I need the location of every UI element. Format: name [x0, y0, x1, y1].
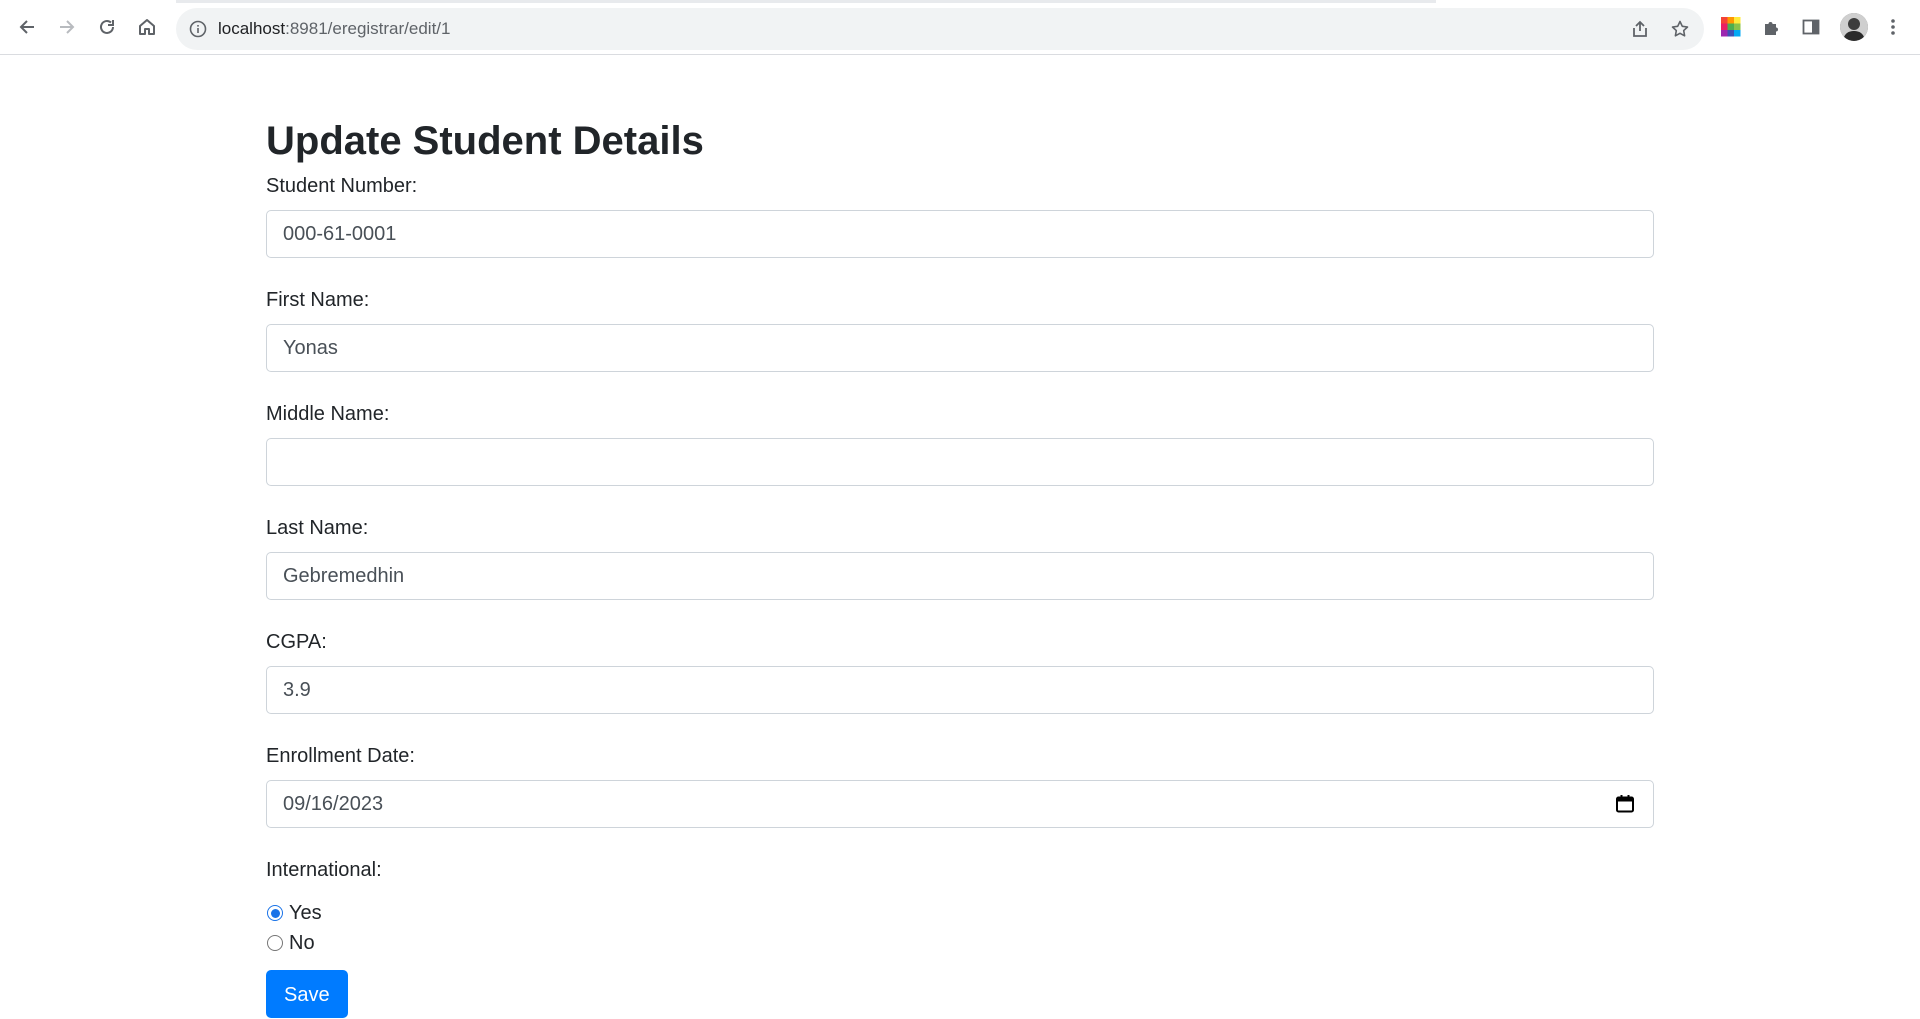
url-path: :8981/eregistrar/edit/1: [285, 19, 451, 38]
enrollment-date-label: Enrollment Date:: [266, 745, 415, 767]
enrollment-date-group: Enrollment Date:: [266, 742, 1654, 828]
student-edit-form: Student Number: First Name: Middle Name:…: [266, 172, 1654, 1018]
radio-yes[interactable]: [267, 905, 283, 921]
international-option-yes[interactable]: Yes: [266, 898, 1654, 928]
info-icon[interactable]: [186, 17, 210, 41]
student-number-label: Student Number:: [266, 175, 418, 197]
home-icon[interactable]: [131, 11, 163, 43]
last-name-input[interactable]: [266, 552, 1654, 600]
middle-name-group: Middle Name:: [266, 400, 1654, 486]
international-group: International: Yes No: [266, 856, 1654, 958]
reload-icon[interactable]: [91, 11, 123, 43]
url-text[interactable]: localhost:8981/eregistrar/edit/1: [218, 19, 451, 39]
avatar[interactable]: [1840, 13, 1868, 41]
first-name-label: First Name:: [266, 289, 370, 311]
student-number-group: Student Number:: [266, 172, 1654, 258]
url-host: localhost: [218, 19, 286, 38]
cgpa-group: CGPA:: [266, 628, 1654, 714]
middle-name-input[interactable]: [266, 438, 1654, 486]
first-name-input[interactable]: [266, 324, 1654, 372]
puzzle-icon[interactable]: [1759, 14, 1785, 40]
international-option-no[interactable]: No: [266, 928, 1654, 958]
kebab-menu-icon[interactable]: [1880, 14, 1906, 40]
middle-name-label: Middle Name:: [266, 403, 390, 425]
address-bar[interactable]: localhost:8981/eregistrar/edit/1: [176, 8, 1704, 50]
student-number-input[interactable]: [266, 210, 1654, 258]
tab-strip-edge: [176, 0, 1436, 3]
browser-toolbar: localhost:8981/eregistrar/edit/1: [0, 0, 1920, 55]
last-name-group: Last Name:: [266, 514, 1654, 600]
back-arrow-icon[interactable]: [11, 11, 43, 43]
last-name-label: Last Name:: [266, 517, 369, 539]
share-icon[interactable]: [1628, 17, 1652, 41]
radio-yes-label: Yes: [289, 902, 322, 924]
first-name-group: First Name:: [266, 286, 1654, 372]
forward-arrow-icon[interactable]: [51, 11, 83, 43]
side-panel-icon[interactable]: [1798, 14, 1824, 40]
enrollment-date-wrapper: [266, 780, 1654, 828]
international-label: International:: [266, 859, 382, 881]
color-picker-extension-icon[interactable]: [1718, 14, 1744, 40]
radio-no[interactable]: [267, 935, 283, 951]
cgpa-label: CGPA:: [266, 631, 327, 653]
star-icon[interactable]: [1668, 17, 1692, 41]
radio-no-label: No: [289, 932, 315, 954]
edit-form-container: Update Student Details Student Number: F…: [266, 55, 1654, 1018]
cgpa-input[interactable]: [266, 666, 1654, 714]
save-button[interactable]: Save: [266, 970, 348, 1018]
enrollment-date-input[interactable]: [266, 780, 1654, 828]
page-title: Update Student Details: [266, 119, 704, 163]
calendar-icon[interactable]: [1614, 793, 1636, 815]
